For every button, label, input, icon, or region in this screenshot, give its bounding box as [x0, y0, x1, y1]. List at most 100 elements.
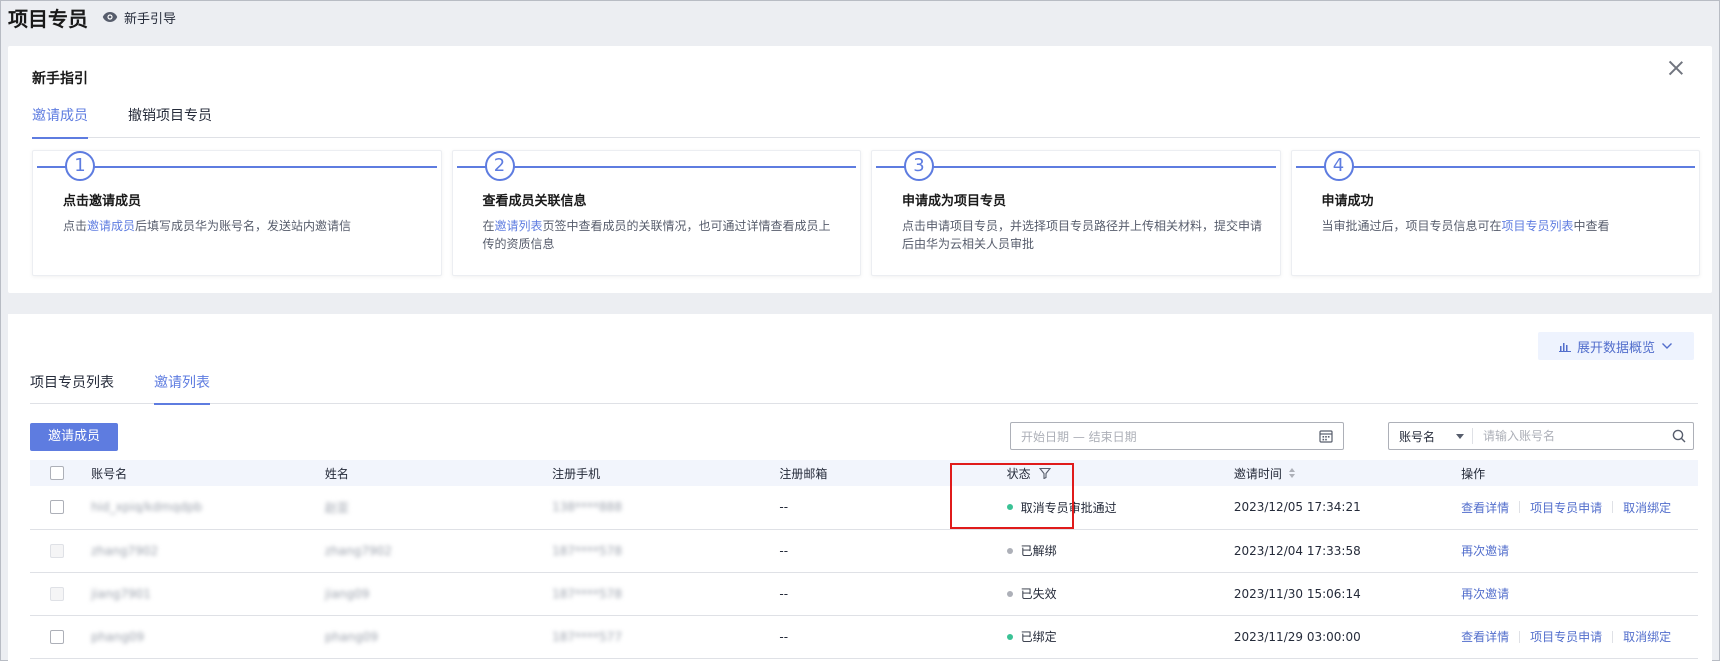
phone-cell: 187****578	[552, 586, 622, 601]
step-number: 1	[65, 151, 95, 181]
column-header: 注册邮箱	[779, 466, 828, 481]
select-all-checkbox[interactable]	[50, 466, 64, 480]
page-header: 项目专员 新手引导	[8, 0, 176, 34]
invite-list-link[interactable]: 邀请列表	[495, 219, 543, 233]
reinvite-link[interactable]: 再次邀请	[1461, 542, 1509, 559]
search-field-value: 账号名	[1399, 429, 1436, 444]
apply-specialist-link[interactable]: 项目专员申请	[1530, 499, 1602, 516]
search-field-select[interactable]: 账号名	[1389, 428, 1473, 444]
reinvite-link[interactable]: 再次邀请	[1461, 585, 1509, 602]
status-cell: 已解绑	[995, 542, 1222, 559]
column-header: 姓名	[324, 466, 349, 481]
step-card: 3 申请成为项目专员 点击申请项目专员，并选择项目专员路径并上传相关材料，提交申…	[871, 150, 1281, 276]
email-cell: --	[779, 586, 789, 601]
beginner-guide-link[interactable]: 新手引导	[102, 8, 176, 27]
invite-member-button[interactable]: 邀请成员	[30, 423, 118, 451]
apply-specialist-link[interactable]: 项目专员申请	[1530, 628, 1602, 645]
step-divider	[876, 166, 1276, 168]
step-number: 2	[484, 151, 515, 181]
unbind-link[interactable]: 取消绑定	[1623, 628, 1671, 645]
sort-icon[interactable]	[1288, 467, 1296, 479]
account-cell: phang09	[91, 629, 145, 644]
status-cell: 已绑定	[995, 628, 1222, 645]
row-checkbox	[50, 543, 64, 558]
status-dot	[1006, 504, 1013, 511]
step-title: 点击邀请成员	[63, 194, 142, 209]
guide-link-label: 新手引导	[124, 11, 177, 27]
phone-cell: 138****888	[552, 500, 622, 515]
account-cell: jiang7901	[91, 586, 151, 601]
guide-tabs: 邀请成员 撤销项目专员	[32, 104, 1700, 139]
date-range-placeholder: 开始日期 — 结束日期	[1021, 429, 1137, 444]
overview-label: 展开数据概览	[1576, 340, 1655, 356]
column-header: 操作	[1461, 466, 1486, 481]
tab-invite-members[interactable]: 邀请成员	[32, 104, 88, 139]
beginner-guide-panel: 新手指引 邀请成员 撤销项目专员 1 点击邀请成员 点击邀请成员后填写成员华为账…	[8, 46, 1712, 293]
column-header: 注册手机	[552, 466, 601, 481]
invite-table: 账号名 姓名 注册手机 注册邮箱 状态 邀请时间 操作 hid_xpiq/kdm…	[30, 460, 1698, 659]
tab-invite-list[interactable]: 邀请列表	[154, 374, 210, 405]
account-search: 账号名	[1388, 422, 1694, 450]
step-description: 在邀请列表页签中查看成员的关联情况，也可通过详情查看成员上传的资质信息	[482, 219, 831, 251]
calendar-icon	[1319, 430, 1333, 443]
step-number: 4	[1323, 151, 1354, 181]
status-dot	[1006, 633, 1013, 640]
bar-chart-icon	[1558, 343, 1571, 352]
operations-cell: 再次邀请	[1449, 585, 1698, 602]
step-title: 查看成员关联信息	[482, 194, 587, 209]
caret-down-icon	[1456, 433, 1464, 439]
account-cell: hid_xpiq/kdmqdpb	[91, 500, 203, 515]
phone-cell: 187****578	[552, 543, 622, 558]
table-header-row: 账号名 姓名 注册手机 注册邮箱 状态 邀请时间 操作	[30, 460, 1698, 486]
row-checkbox	[50, 586, 64, 601]
invite-time-cell: 2023/12/04 17:33:58	[1233, 543, 1361, 558]
email-cell: --	[779, 500, 789, 515]
table-row: hid_xpiq/kdmqdpb 赵亚 138****888 -- 取消专员审批…	[30, 486, 1698, 530]
status-cell: 取消专员审批通过	[995, 499, 1222, 516]
step-card: 1 点击邀请成员 点击邀请成员后填写成员华为账号名，发送站内邀请信	[32, 150, 442, 276]
close-icon[interactable]	[1666, 58, 1686, 78]
step-divider	[1295, 166, 1695, 168]
row-checkbox[interactable]	[50, 500, 64, 515]
invite-time-cell: 2023/11/29 03:00:00	[1233, 629, 1361, 644]
account-cell: zhang7902	[91, 543, 159, 558]
step-description: 点击邀请成员后填写成员华为账号名，发送站内邀请信	[63, 219, 352, 233]
search-icon[interactable]	[1665, 429, 1693, 443]
view-details-link[interactable]: 查看详情	[1461, 628, 1509, 645]
email-cell: --	[779, 543, 789, 558]
specialist-list-link[interactable]: 项目专员列表	[1502, 219, 1574, 233]
name-cell: 赵亚	[324, 500, 349, 515]
table-row: phang09 phang09 187****577 -- 已绑定 2023/1…	[30, 615, 1698, 659]
status-cell: 已失效	[995, 585, 1222, 602]
guide-steps: 1 点击邀请成员 点击邀请成员后填写成员华为账号名，发送站内邀请信 2 查看成员…	[32, 150, 1700, 276]
step-divider	[37, 166, 437, 168]
row-checkbox[interactable]	[50, 629, 64, 644]
status-dot	[1006, 590, 1013, 597]
operations-cell: 查看详情 项目专员申请 取消绑定	[1449, 628, 1698, 645]
view-details-link[interactable]: 查看详情	[1461, 499, 1509, 516]
step-divider	[456, 166, 856, 168]
status-dot	[1006, 547, 1013, 554]
phone-cell: 187****577	[552, 629, 622, 644]
unbind-link[interactable]: 取消绑定	[1623, 499, 1671, 516]
eye-icon	[102, 12, 118, 22]
chevron-down-icon	[1662, 343, 1672, 349]
step-description: 当审批通过后，项目专员信息可在项目专员列表中查看	[1321, 219, 1610, 233]
page-title: 项目专员	[8, 6, 88, 31]
tab-specialist-list[interactable]: 项目专员列表	[30, 374, 114, 404]
invite-members-link[interactable]: 邀请成员	[87, 219, 135, 233]
guide-title: 新手指引	[32, 71, 88, 87]
list-tabs: 项目专员列表 邀请列表	[30, 374, 1698, 405]
step-title: 申请成功	[1321, 194, 1374, 209]
search-input[interactable]	[1473, 429, 1665, 443]
filter-icon[interactable]	[1038, 467, 1051, 479]
column-header-invite-time: 邀请时间	[1222, 465, 1449, 482]
tab-revoke-specialist[interactable]: 撤销项目专员	[128, 104, 212, 138]
name-cell: jiang09	[324, 586, 370, 601]
date-range-picker[interactable]: 开始日期 — 结束日期	[1010, 422, 1344, 450]
step-title: 申请成为项目专员	[902, 194, 1007, 209]
invite-time-cell: 2023/12/05 17:34:21	[1233, 500, 1361, 515]
step-card: 2 查看成员关联信息 在邀请列表页签中查看成员的关联情况，也可通过详情查看成员上…	[451, 150, 861, 276]
table-row: zhang7902 zhang7902 187****578 -- 已解绑 20…	[30, 529, 1698, 573]
expand-overview-button[interactable]: 展开数据概览	[1538, 332, 1694, 360]
